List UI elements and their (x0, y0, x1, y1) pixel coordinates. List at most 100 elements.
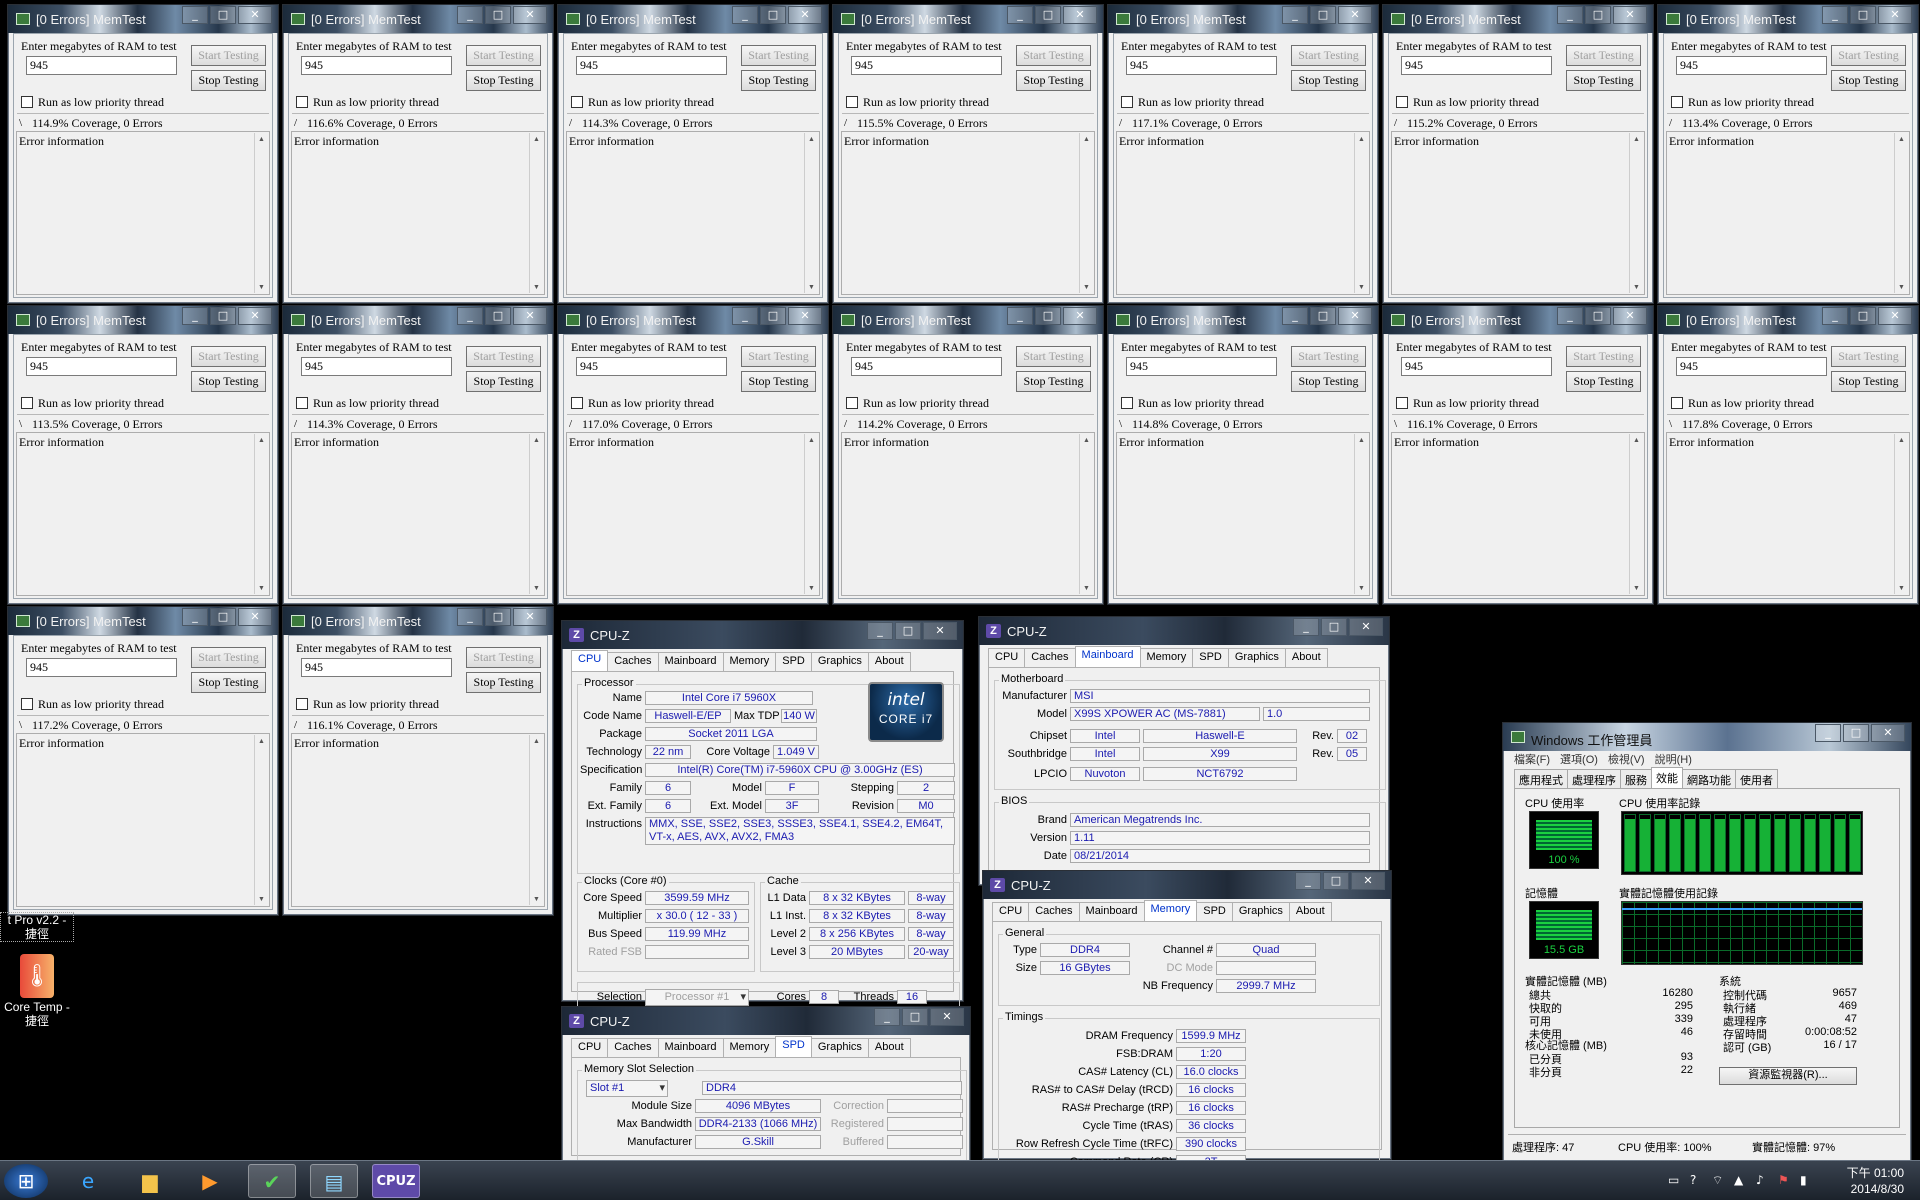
minimize-icon[interactable]: _ (1293, 618, 1319, 636)
media-player-icon[interactable]: ▶ (186, 1164, 234, 1198)
ram-input[interactable]: 945 (1676, 56, 1827, 75)
title-bar[interactable]: [0 Errors] MemTest _ □ ✕ (833, 306, 1103, 334)
ram-input[interactable]: 945 (851, 56, 1002, 75)
title-bar[interactable]: [0 Errors] MemTest _ □ ✕ (1658, 5, 1918, 33)
tab-spd[interactable]: SPD (1192, 648, 1229, 667)
tab-networking[interactable]: 網路功能 (1682, 769, 1736, 788)
error-information-box[interactable]: Error information (566, 131, 820, 295)
error-information-box[interactable]: Error information (291, 733, 545, 907)
tab-spd[interactable]: SPD (775, 1036, 812, 1057)
maximize-icon[interactable]: □ (485, 608, 511, 626)
tab-spd[interactable]: SPD (775, 652, 812, 671)
close-icon[interactable]: ✕ (1878, 6, 1912, 24)
scrollbar[interactable] (1894, 434, 1908, 594)
tab-mainboard[interactable]: Mainboard (657, 1038, 724, 1057)
close-icon[interactable]: ✕ (238, 6, 272, 24)
low-priority-checkbox[interactable] (846, 96, 858, 108)
start-testing-button[interactable]: Start Testing (1291, 45, 1366, 66)
close-icon[interactable]: ✕ (1871, 724, 1905, 742)
ram-input[interactable]: 945 (1126, 357, 1277, 376)
tab-users[interactable]: 使用者 (1735, 769, 1778, 788)
scrollbar[interactable] (1894, 133, 1908, 293)
minimize-icon[interactable]: _ (1282, 6, 1308, 24)
tray-expand-icon[interactable]: ▲ (1734, 1173, 1743, 1187)
minimize-icon[interactable]: _ (732, 6, 758, 24)
title-bar[interactable]: [0 Errors] MemTest _ □ ✕ (1658, 306, 1918, 334)
tab-cpu[interactable]: CPU (992, 902, 1030, 921)
start-testing-button[interactable]: Start Testing (466, 346, 541, 367)
title-bar[interactable]: Windows 工作管理員 _ □ ✕ (1503, 723, 1911, 751)
low-priority-checkbox[interactable] (296, 397, 308, 409)
close-icon[interactable]: ✕ (1613, 307, 1647, 325)
tab-about[interactable]: About (867, 652, 911, 671)
low-priority-checkbox[interactable] (846, 397, 858, 409)
stop-testing-button[interactable]: Stop Testing (466, 371, 541, 392)
menu-file[interactable]: 檔案(F) (1514, 751, 1550, 767)
scrollbar[interactable] (254, 133, 268, 293)
tab-performance[interactable]: 效能 (1651, 767, 1683, 788)
maximize-icon[interactable]: □ (485, 307, 511, 325)
low-priority-checkbox[interactable] (1396, 96, 1408, 108)
tab-applications[interactable]: 應用程式 (1514, 769, 1568, 788)
minimize-icon[interactable]: _ (457, 6, 483, 24)
low-priority-checkbox[interactable] (21, 397, 33, 409)
scrollbar[interactable] (1079, 434, 1093, 594)
desktop-shortcut-core-temp[interactable]: 🌡 Core Temp - 捷徑 (0, 954, 74, 1028)
tab-cpu[interactable]: CPU (988, 648, 1026, 667)
tab-spd[interactable]: SPD (1196, 902, 1233, 921)
low-priority-checkbox[interactable] (1396, 397, 1408, 409)
low-priority-checkbox[interactable] (21, 96, 33, 108)
minimize-icon[interactable]: _ (1822, 6, 1848, 24)
close-icon[interactable]: ✕ (513, 608, 547, 626)
start-testing-button[interactable]: Start Testing (466, 45, 541, 66)
tab-graphics[interactable]: Graphics (810, 1038, 869, 1057)
scrollbar[interactable] (804, 434, 818, 594)
minimize-icon[interactable]: _ (1815, 724, 1841, 742)
stop-testing-button[interactable]: Stop Testing (1291, 70, 1366, 91)
close-icon[interactable]: ✕ (1338, 307, 1372, 325)
stop-testing-button[interactable]: Stop Testing (191, 672, 266, 693)
stop-testing-button[interactable]: Stop Testing (1566, 371, 1641, 392)
tab-about[interactable]: About (1284, 648, 1328, 667)
stop-testing-button[interactable]: Stop Testing (1566, 70, 1641, 91)
tab-memory[interactable]: Memory (722, 1038, 777, 1057)
taskbar-clock[interactable]: 下午 01:00 2014/8/30 (1847, 1165, 1904, 1197)
memtest-taskbar-icon[interactable]: ✔ (248, 1164, 296, 1198)
error-information-box[interactable]: Error information (841, 131, 1095, 295)
title-bar[interactable]: [0 Errors] MemTest _ □ ✕ (283, 607, 553, 635)
title-bar[interactable]: [0 Errors] MemTest _ □ ✕ (1383, 5, 1653, 33)
file-explorer-folder-icon[interactable]: ▆ (126, 1164, 174, 1198)
title-bar[interactable]: [0 Errors] MemTest _ □ ✕ (283, 306, 553, 334)
tab-memory[interactable]: Memory (722, 652, 777, 671)
tab-about[interactable]: About (1288, 902, 1332, 921)
title-bar[interactable]: [0 Errors] MemTest _ □ ✕ (1108, 306, 1378, 334)
ram-input[interactable]: 945 (301, 357, 452, 376)
close-icon[interactable]: ✕ (1349, 618, 1383, 636)
title-bar[interactable]: [0 Errors] MemTest _ □ ✕ (283, 5, 553, 33)
processor-select[interactable]: Processor #1 ▾ (645, 989, 749, 1006)
tab-caches[interactable]: Caches (607, 1038, 659, 1057)
tray-power-icon[interactable]: ▮ (1800, 1173, 1807, 1187)
tray-action-center-icon[interactable]: ⚑ (1778, 1173, 1789, 1187)
error-information-box[interactable]: Error information (1116, 432, 1370, 596)
error-information-box[interactable]: Error information (16, 131, 270, 295)
start-testing-button[interactable]: Start Testing (466, 647, 541, 668)
desktop-shortcut-t-pro[interactable]: t Pro v2.2 - 捷徑 (0, 912, 74, 942)
error-information-box[interactable]: Error information (1666, 131, 1910, 295)
cpuz-taskbar-icon[interactable]: CPUZ (372, 1164, 420, 1198)
stop-testing-button[interactable]: Stop Testing (1831, 371, 1906, 392)
maximize-icon[interactable]: □ (210, 307, 236, 325)
error-information-box[interactable]: Error information (16, 733, 270, 907)
minimize-icon[interactable]: _ (457, 307, 483, 325)
close-icon[interactable]: ✕ (238, 608, 272, 626)
close-icon[interactable]: ✕ (1063, 6, 1097, 24)
tab-cpu[interactable]: CPU (571, 650, 609, 671)
stop-testing-button[interactable]: Stop Testing (466, 672, 541, 693)
minimize-icon[interactable]: _ (1282, 307, 1308, 325)
start-testing-button[interactable]: Start Testing (741, 45, 816, 66)
minimize-icon[interactable]: _ (182, 307, 208, 325)
menu-help[interactable]: 說明(H) (1655, 751, 1692, 767)
stop-testing-button[interactable]: Stop Testing (1831, 70, 1906, 91)
scrollbar[interactable] (529, 735, 543, 905)
ram-input[interactable]: 945 (1676, 357, 1827, 376)
